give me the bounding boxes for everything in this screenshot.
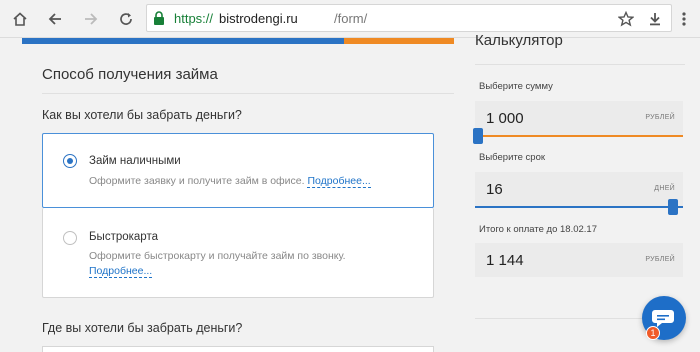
divider	[42, 93, 454, 94]
download-icon[interactable]	[643, 7, 667, 31]
divider	[475, 64, 685, 65]
question2-label: Где вы хотели бы забрать деньги?	[42, 321, 243, 335]
amount-unit: РУБЛЕЙ	[645, 114, 675, 121]
amount-field[interactable]: 1 000 РУБЛЕЙ	[475, 101, 683, 135]
address-bar[interactable]: https:// bistrodengi.ru /form/	[146, 4, 672, 32]
url-scheme: https://	[174, 11, 214, 26]
star-icon[interactable]	[614, 7, 638, 31]
option-description-link-row: Подробнее...	[89, 265, 153, 278]
section-title: Способ получения займа	[42, 66, 218, 83]
option-fastcard[interactable]: Быстрокарта Оформите быстрокарту и получ…	[42, 208, 434, 298]
loan-method-panel: Способ получения займа Как вы хотели бы …	[22, 44, 454, 352]
total-value: 1 144	[486, 252, 524, 269]
calculator-title: Калькулятор	[475, 32, 563, 49]
browser-toolbar: https:// bistrodengi.ru /form/	[0, 0, 700, 38]
option-description-text: Оформите заявку и получите займ в офисе.	[89, 175, 305, 187]
page-content: Способ получения займа Как вы хотели бы …	[0, 32, 700, 352]
option-description-text: Оформите быстрокарту и получайте займ по…	[89, 250, 346, 262]
term-slider-track[interactable]	[475, 206, 683, 208]
option-title: Быстрокарта	[89, 231, 158, 243]
back-arrow-icon[interactable]	[43, 7, 67, 31]
total-label: Итого к оплате до 18.02.17	[479, 224, 597, 235]
term-label: Выберите срок	[479, 152, 546, 163]
location-select-box[interactable]	[42, 346, 434, 352]
term-unit: ДНЕЙ	[654, 185, 675, 192]
amount-slider-handle[interactable]	[473, 128, 483, 144]
option-title: Займ наличными	[89, 155, 181, 167]
total-field: 1 144 РУБЛЕЙ	[475, 243, 683, 277]
chat-unread-badge: 1	[646, 326, 660, 340]
amount-value: 1 000	[486, 110, 524, 127]
reload-icon[interactable]	[114, 7, 138, 31]
forward-arrow-icon[interactable]	[79, 7, 103, 31]
question-label: Как вы хотели бы забрать деньги?	[42, 108, 242, 122]
option-cash-loan[interactable]: Займ наличными Оформите заявку и получит…	[42, 133, 434, 208]
option-description: Оформите заявку и получите займ в офисе.…	[89, 175, 371, 188]
term-slider-handle[interactable]	[668, 199, 678, 215]
amount-slider-track[interactable]	[475, 135, 683, 137]
url-path: /form/	[334, 11, 368, 26]
url-host: bistrodengi.ru	[219, 11, 298, 26]
more-link[interactable]: Подробнее...	[307, 175, 371, 188]
home-icon[interactable]	[8, 7, 32, 31]
lock-icon	[153, 11, 165, 30]
radio-fastcard[interactable]	[63, 231, 77, 245]
menu-dots-icon[interactable]	[672, 7, 696, 31]
more-link[interactable]: Подробнее...	[89, 265, 153, 278]
term-value: 16	[486, 181, 503, 198]
term-field[interactable]: 16 ДНЕЙ	[475, 172, 683, 206]
total-unit: РУБЛЕЙ	[645, 256, 675, 263]
radio-cash-loan[interactable]	[63, 154, 77, 168]
amount-label: Выберите сумму	[479, 81, 553, 92]
